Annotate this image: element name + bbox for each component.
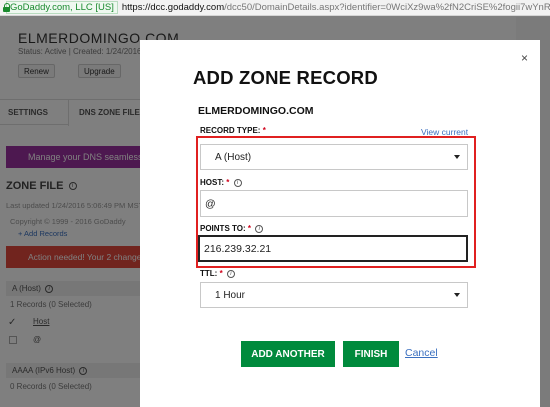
add-another-button[interactable]: ADD ANOTHER <box>241 341 335 367</box>
chevron-down-icon <box>454 293 460 297</box>
required-marker: * <box>226 178 230 187</box>
required-marker: * <box>219 269 223 278</box>
ttl-label: TTL: * i <box>200 269 235 278</box>
points-to-label-text: POINTS TO: <box>200 224 246 233</box>
modal-title: ADD ZONE RECORD <box>193 67 378 88</box>
record-type-value: A (Host) <box>215 152 252 163</box>
required-marker: * <box>247 224 251 233</box>
required-marker: * <box>262 126 266 135</box>
points-to-label: POINTS TO: * i <box>200 224 264 233</box>
close-icon[interactable]: × <box>521 51 528 65</box>
url-path[interactable]: /dcc50/DomainDetails.aspx?identifier=0Wc… <box>224 2 550 13</box>
host-label-text: HOST: <box>200 178 224 187</box>
help-icon[interactable]: i <box>255 224 264 233</box>
add-zone-record-modal: × ADD ZONE RECORD ELMERDOMINGO.COM RECOR… <box>140 40 540 407</box>
ttl-label-text: TTL: <box>200 269 218 278</box>
host-input[interactable] <box>200 190 468 217</box>
ttl-value: 1 Hour <box>215 290 246 301</box>
record-type-select[interactable]: A (Host) <box>200 144 468 170</box>
browser-address-bar[interactable]: GoDaddy.com, LLC [US] https://dcc.godadd… <box>0 0 550 16</box>
cancel-link[interactable]: Cancel <box>405 347 438 359</box>
help-icon[interactable]: i <box>226 269 235 278</box>
ttl-select[interactable]: 1 Hour <box>200 282 468 308</box>
secure-org-badge[interactable]: GoDaddy.com, LLC [US] <box>6 1 118 14</box>
record-type-label-text: RECORD TYPE: <box>200 126 261 135</box>
finish-button[interactable]: FINISH <box>343 341 399 367</box>
help-icon[interactable]: i <box>233 178 242 187</box>
host-label: HOST: * i <box>200 178 242 187</box>
modal-domain: ELMERDOMINGO.COM <box>198 105 314 117</box>
url-host[interactable]: https://dcc.godaddy.com <box>122 2 224 13</box>
record-type-label: RECORD TYPE: * <box>200 126 266 135</box>
points-to-input[interactable] <box>198 235 468 262</box>
chevron-down-icon <box>454 155 460 159</box>
